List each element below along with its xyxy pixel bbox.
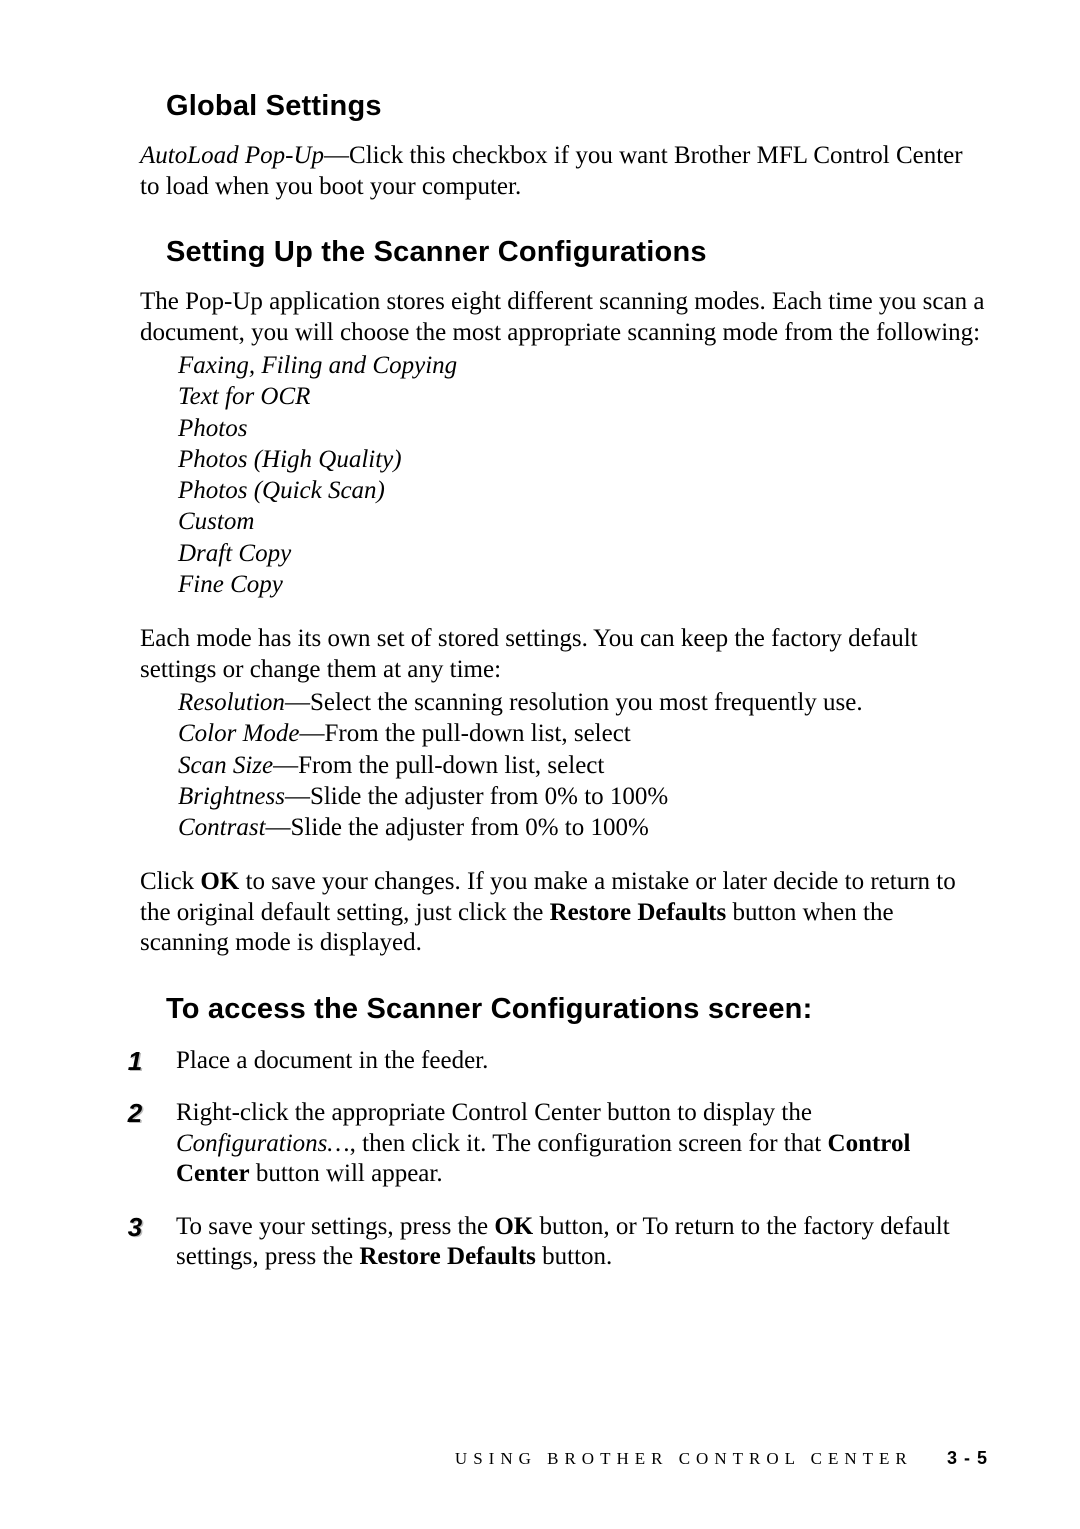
setting-item: Brightness—Slide the adjuster from 0% to… <box>178 781 988 812</box>
scan-mode-item: Text for OCR <box>178 381 988 412</box>
para-stored-intro: Each mode has its own set of stored sett… <box>140 624 988 685</box>
setting-item: Color Mode—From the pull-down list, sele… <box>178 718 988 749</box>
setting-item: Scan Size—From the pull-down list, selec… <box>178 750 988 781</box>
heading-access-screen: To access the Scanner Configurations scr… <box>166 993 988 1026</box>
para-global-settings: AutoLoad Pop-Up—Click this checkbox if y… <box>140 141 988 202</box>
setting-name: Contrast <box>178 814 266 841</box>
page-footer: USING BROTHER CONTROL CENTER 3 - 5 <box>140 1448 988 1469</box>
scan-mode-item: Fine Copy <box>178 569 988 600</box>
setting-desc: —From the pull-down list, select <box>300 720 631 747</box>
scan-mode-item: Photos (Quick Scan) <box>178 475 988 506</box>
step-item: 2 2 Right-click the appropriate Control … <box>140 1098 988 1190</box>
heading-global-settings: Global Settings <box>166 90 988 123</box>
settings-list: Resolution—Select the scanning resolutio… <box>178 687 988 843</box>
step-text: Place a document in the feeder. <box>176 1047 488 1074</box>
scan-mode-item: Custom <box>178 506 988 537</box>
running-title: USING BROTHER CONTROL CENTER <box>455 1449 913 1468</box>
scan-mode-item: Photos (High Quality) <box>178 444 988 475</box>
document-page: Global Settings AutoLoad Pop-Up—Click th… <box>0 0 1080 1529</box>
step-number: 2 2 <box>115 1098 155 1131</box>
steps-list: 1 1 Place a document in the feeder. 2 2 … <box>140 1046 988 1273</box>
scan-mode-item: Draft Copy <box>178 538 988 569</box>
scan-mode-item: Faxing, Filing and Copying <box>178 350 988 381</box>
step-number: 3 3 <box>115 1212 155 1245</box>
heading-scanner-config: Setting Up the Scanner Configurations <box>166 236 988 269</box>
setting-name: Resolution <box>178 689 285 716</box>
setting-name: Scan Size <box>178 752 273 779</box>
step-item: 1 1 Place a document in the feeder. <box>140 1046 988 1077</box>
setting-item: Resolution—Select the scanning resolutio… <box>178 687 988 718</box>
step-item: 3 3 To save your settings, press the OK … <box>140 1212 988 1273</box>
setting-desc: —Slide the adjuster from 0% to 100% <box>285 783 668 810</box>
setting-desc: —Select the scanning resolution you most… <box>285 689 863 716</box>
step-number: 1 1 <box>115 1046 155 1079</box>
setting-name: Color Mode <box>178 720 300 747</box>
setting-desc: —Slide the adjuster from 0% to 100% <box>266 814 649 841</box>
scan-mode-item: Photos <box>178 413 988 444</box>
step-text: Right-click the appropriate Control Cent… <box>176 1099 910 1187</box>
scan-modes-list: Faxing, Filing and CopyingText for OCRPh… <box>178 350 988 600</box>
setting-name: Brightness <box>178 783 285 810</box>
step-text: To save your settings, press the OK butt… <box>176 1213 950 1271</box>
setting-item: Contrast—Slide the adjuster from 0% to 1… <box>178 812 988 843</box>
page-number: 3 - 5 <box>947 1448 988 1468</box>
setting-desc: —From the pull-down list, select <box>273 752 604 779</box>
para-scan-intro: The Pop-Up application stores eight diff… <box>140 287 988 348</box>
para-closing: Click OK to save your changes. If you ma… <box>140 867 988 959</box>
